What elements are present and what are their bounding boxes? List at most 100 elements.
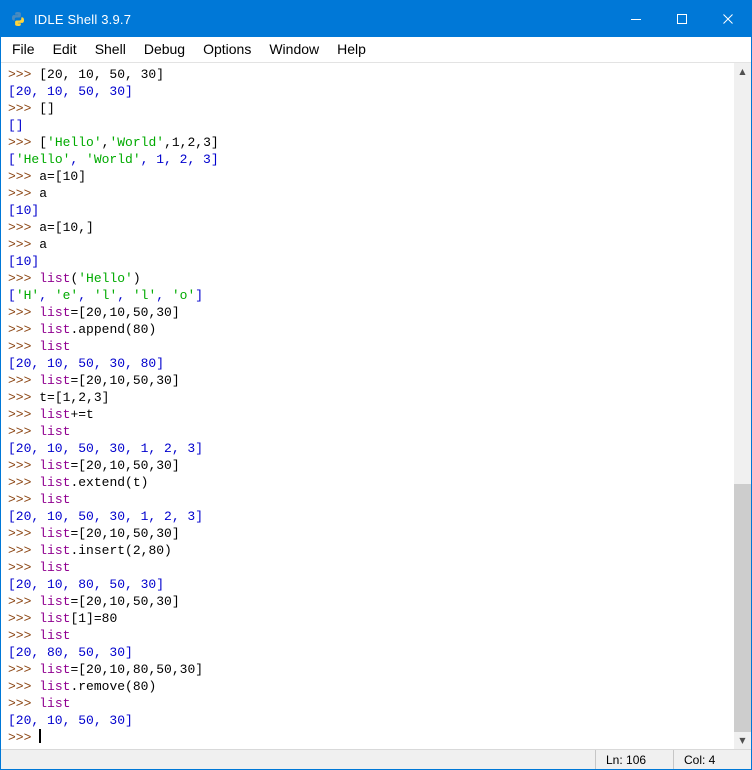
shell-line: >>> list xyxy=(8,559,734,576)
prompt: >>> xyxy=(8,628,40,643)
idle-shell-window: IDLE Shell 3.9.7 File Edit Shell Debug Optio… xyxy=(0,0,752,770)
shell-line: >>> list xyxy=(8,423,734,440)
menu-item-file[interactable]: File xyxy=(3,37,44,62)
close-button[interactable] xyxy=(705,1,751,37)
shell-line: >>> list=[20,10,80,50,30] xyxy=(8,661,734,678)
menu-item-edit[interactable]: Edit xyxy=(44,37,86,62)
minimize-button[interactable] xyxy=(613,1,659,37)
output-text: , xyxy=(39,288,55,303)
builtin-name: list xyxy=(39,492,71,507)
shell-line: >>> [] xyxy=(8,100,734,117)
builtin-name: list xyxy=(39,424,71,439)
builtin-name: list xyxy=(39,662,71,677)
string-literal: 'World' xyxy=(86,152,141,167)
string-literal: 'l' xyxy=(93,288,118,303)
prompt: >>> xyxy=(8,373,40,388)
shell-line: >>> ['Hello','World',1,2,3] xyxy=(8,134,734,151)
status-col-indicator: Col: 4 xyxy=(673,750,751,769)
vertical-scrollbar[interactable]: ▲ ▼ xyxy=(734,63,751,749)
shell-line: >>> list xyxy=(8,491,734,508)
input-text: =[20,10,50,30] xyxy=(70,373,180,388)
scrollbar-down-icon[interactable]: ▼ xyxy=(734,732,751,749)
output-text: [10] xyxy=(8,203,40,218)
string-literal: 'World' xyxy=(109,135,165,150)
input-text: a=[10,] xyxy=(39,220,94,235)
shell-text[interactable]: >>> [20, 10, 50, 30] [20, 10, 50, 30] >>> … xyxy=(1,63,734,749)
shell-line: >>> list=[20,10,50,30] xyxy=(8,304,734,321)
input-text: .append(80) xyxy=(70,322,157,337)
builtin-name: list xyxy=(39,407,71,422)
shell-line: [20, 10, 50, 30, 1, 2, 3] xyxy=(8,440,734,457)
scrollbar-track[interactable] xyxy=(734,80,751,732)
input-text: =[20,10,50,30] xyxy=(70,594,180,609)
prompt: >>> xyxy=(8,169,40,184)
prompt: >>> xyxy=(8,390,40,405)
menu-item-shell[interactable]: Shell xyxy=(86,37,135,62)
builtin-name: list xyxy=(39,475,71,490)
prompt: >>> xyxy=(8,492,40,507)
shell-line: >>> list xyxy=(8,627,734,644)
prompt: >>> xyxy=(8,271,40,286)
shell-line: >>> list.insert(2,80) xyxy=(8,542,734,559)
prompt: >>> xyxy=(8,339,40,354)
prompt: >>> xyxy=(8,322,40,337)
prompt: >>> xyxy=(8,475,40,490)
builtin-name: list xyxy=(39,373,71,388)
shell-line: [20, 80, 50, 30] xyxy=(8,644,734,661)
prompt: >>> xyxy=(8,458,40,473)
string-literal: 'Hello' xyxy=(47,135,102,150)
input-text: =[20,10,50,30] xyxy=(70,305,180,320)
prompt: >>> xyxy=(8,611,40,626)
maximize-button[interactable] xyxy=(659,1,705,37)
output-text: [ xyxy=(8,152,16,167)
shell-line: >>> list('Hello') xyxy=(8,270,734,287)
window-title: IDLE Shell 3.9.7 xyxy=(34,11,132,27)
builtin-name: list xyxy=(39,679,71,694)
prompt: >>> xyxy=(8,67,40,82)
menu-item-options[interactable]: Options xyxy=(194,37,260,62)
maximize-icon xyxy=(676,13,687,24)
shell-content-area: >>> [20, 10, 50, 30] [20, 10, 50, 30] >>> … xyxy=(1,63,751,749)
status-line-indicator: Ln: 106 xyxy=(595,750,673,769)
title-bar: IDLE Shell 3.9.7 xyxy=(1,1,751,37)
scrollbar-up-icon[interactable]: ▲ xyxy=(734,63,751,80)
prompt: >>> xyxy=(8,560,40,575)
builtin-name: list xyxy=(39,458,71,473)
input-text: a=[10] xyxy=(39,169,87,184)
prompt: >>> xyxy=(8,662,40,677)
input-text: [1]=80 xyxy=(70,611,118,626)
shell-line: >>> a xyxy=(8,236,734,253)
input-text: ,1,2,3] xyxy=(164,135,219,150)
output-text: [20, 10, 50, 30, 1, 2, 3] xyxy=(8,509,204,524)
status-bar: Ln: 106 Col: 4 xyxy=(1,749,751,769)
prompt: >>> xyxy=(8,101,40,116)
input-text: a xyxy=(39,237,48,252)
output-text: [20, 10, 50, 30, 80] xyxy=(8,356,165,371)
minimize-icon xyxy=(630,18,641,20)
menu-item-help[interactable]: Help xyxy=(328,37,375,62)
output-text: , xyxy=(70,152,87,167)
builtin-name: list xyxy=(39,322,71,337)
prompt: >>> xyxy=(8,679,40,694)
shell-line: >>> list=[20,10,50,30] xyxy=(8,457,734,474)
menu-item-debug[interactable]: Debug xyxy=(135,37,194,62)
idle-app-icon xyxy=(10,11,26,27)
shell-line: ['Hello', 'World', 1, 2, 3] xyxy=(8,151,734,168)
shell-line: >>> a xyxy=(8,185,734,202)
scrollbar-thumb[interactable] xyxy=(734,484,751,732)
shell-line: [20, 10, 50, 30] xyxy=(8,83,734,100)
input-text: +=t xyxy=(70,407,94,422)
shell-line: >>> a=[10] xyxy=(8,168,734,185)
shell-line: >>> xyxy=(8,729,734,746)
shell-line: >>> list=[20,10,50,30] xyxy=(8,372,734,389)
output-text: [ xyxy=(8,288,16,303)
menu-item-window[interactable]: Window xyxy=(260,37,328,62)
prompt: >>> xyxy=(8,186,40,201)
string-literal: 'Hello' xyxy=(15,152,71,167)
output-text: [20, 80, 50, 30] xyxy=(8,645,133,660)
shell-line: [20, 10, 50, 30] xyxy=(8,712,734,729)
shell-line: [10] xyxy=(8,253,734,270)
string-literal: 'e' xyxy=(54,288,79,303)
input-text: ) xyxy=(132,271,141,286)
prompt: >>> xyxy=(8,526,40,541)
